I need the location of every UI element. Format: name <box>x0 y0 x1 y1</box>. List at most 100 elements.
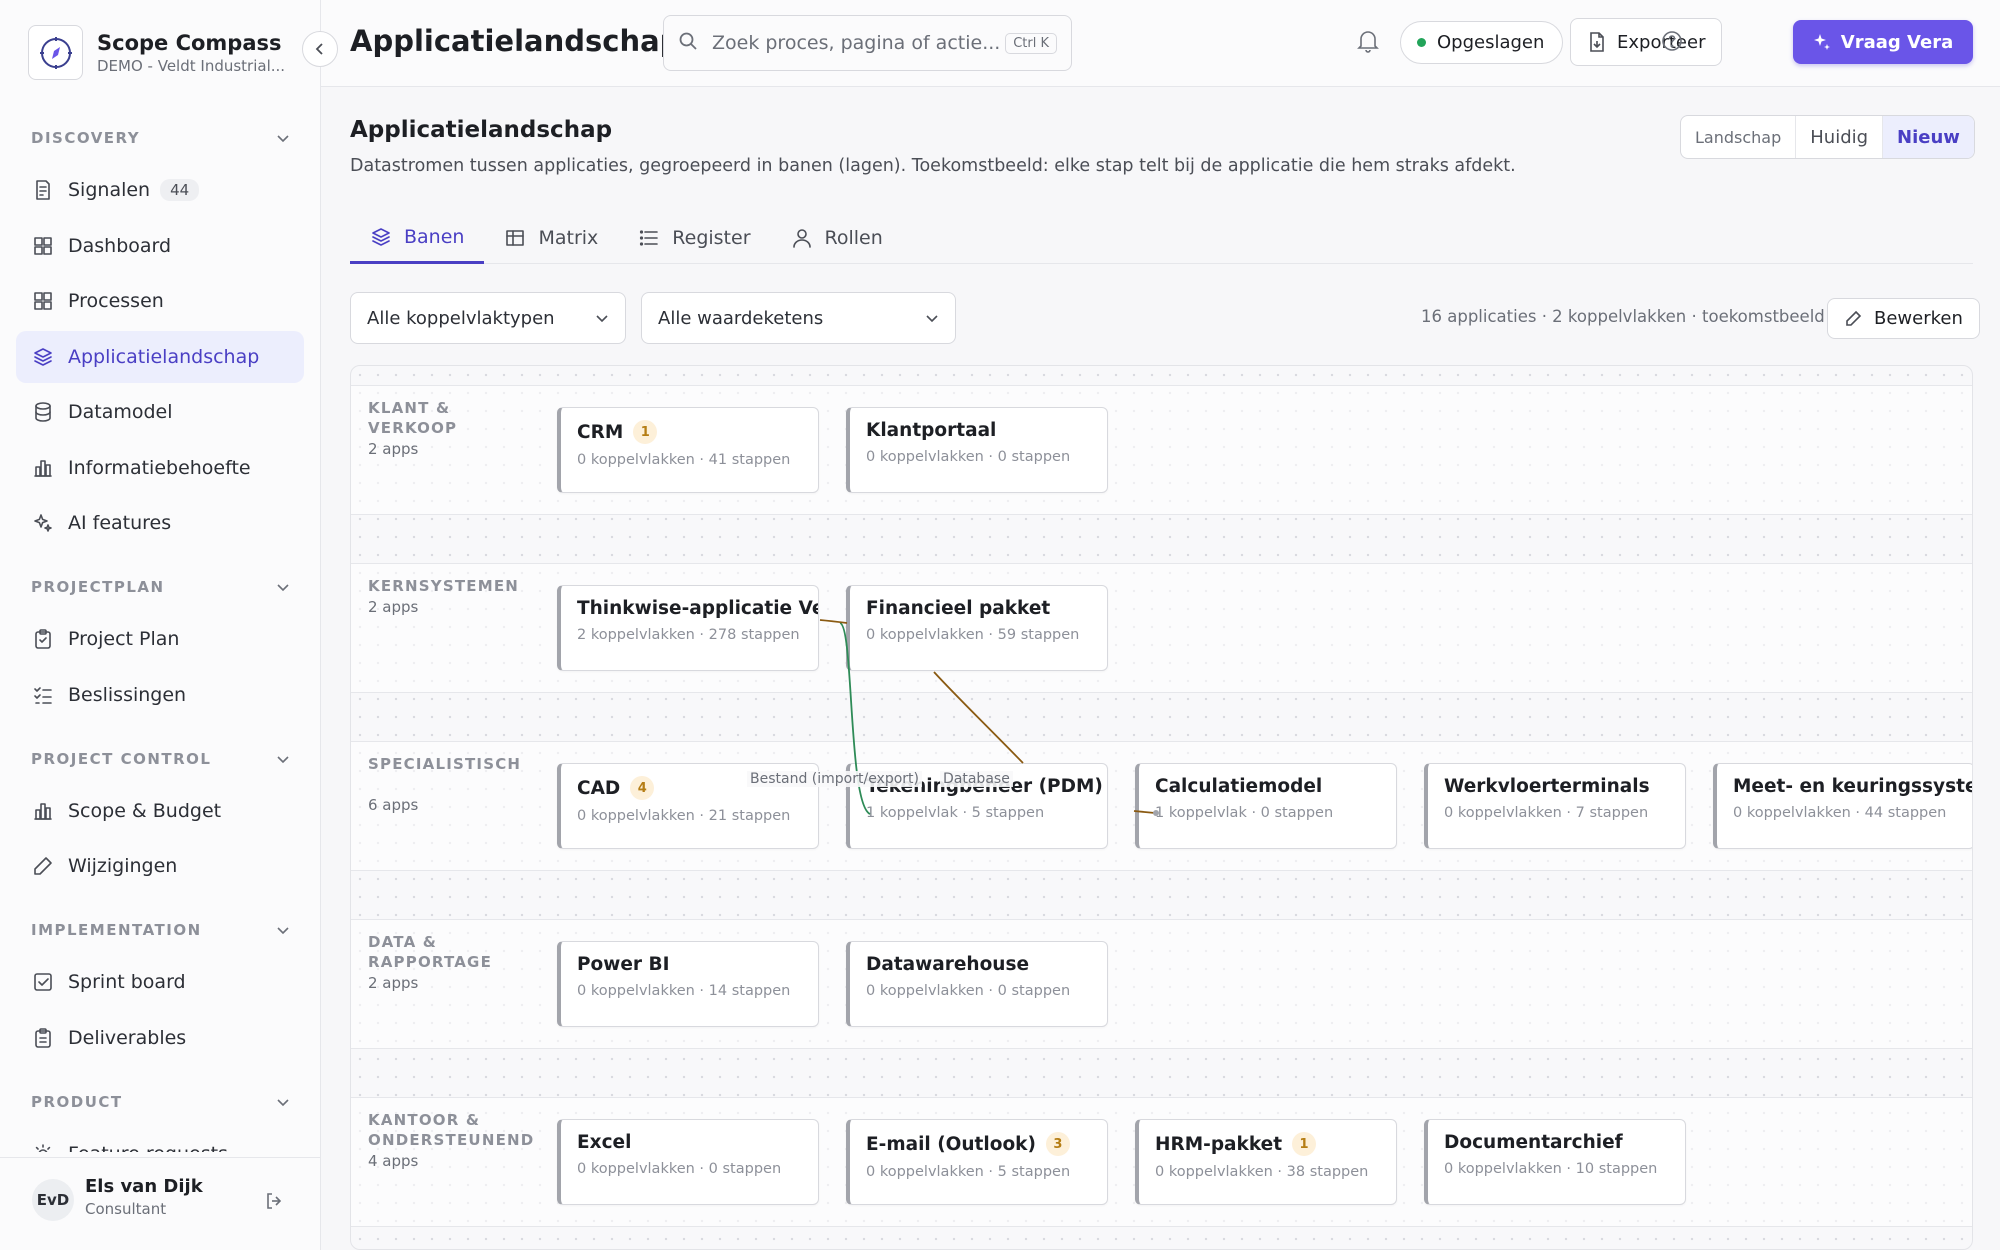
sidebar-item-datamodel[interactable]: Datamodel <box>16 386 304 438</box>
interface-link-calc <box>1133 810 1156 814</box>
chevron-down-icon <box>277 135 289 143</box>
sidebar-item-label: Sprint board <box>68 971 186 993</box>
nav-section-label: DISCOVERY <box>31 129 141 147</box>
tab-rollen[interactable]: Rollen <box>771 212 903 264</box>
swimlane-board: KLANT & VERKOOP 2 apps CRM 1 0 koppelvlakken… <box>350 365 1973 1250</box>
chevron-down-icon <box>277 755 289 763</box>
value-chain-select[interactable]: Alle waardeketens <box>641 292 956 344</box>
interface-links <box>819 619 1159 816</box>
signal-doc-icon <box>32 179 54 201</box>
nav-section-implementation[interactable]: IMPLEMENTATION <box>16 904 304 956</box>
page-header-title: Applicatielandschap <box>350 24 681 58</box>
pencil-icon <box>1846 310 1862 326</box>
bell-icon[interactable] <box>1357 29 1379 57</box>
sidebar-item-processen[interactable]: Processen <box>16 275 304 327</box>
pencil-icon <box>32 855 54 877</box>
sparkle-icon <box>1813 34 1830 50</box>
toggle-option-current[interactable]: Huidig <box>1796 116 1884 158</box>
bar-chart-icon <box>32 800 54 822</box>
database-icon <box>32 401 54 423</box>
tab-matrix[interactable]: Matrix <box>484 212 618 264</box>
dashboard-icon <box>32 235 54 257</box>
export-button[interactable]: Exporteer <box>1570 18 1723 66</box>
bulb-icon <box>32 1143 54 1152</box>
layers-icon <box>32 346 54 368</box>
nav-section-discovery[interactable]: DISCOVERY <box>16 112 304 164</box>
toggle-option-new[interactable]: Nieuw <box>1883 116 1974 158</box>
sparkle-icon <box>32 512 54 534</box>
sidebar-item-applicatielandschap[interactable]: Applicatielandschap <box>16 330 304 383</box>
sidebar-nav: DISCOVERY Signalen 44 Dashboard Processen App… <box>16 112 304 1152</box>
bar-chart-icon <box>32 457 54 479</box>
checklist-icon <box>32 684 54 706</box>
value-chain-value: Alle waardeketens <box>658 307 824 329</box>
sidebar-item-label: Feature requests <box>68 1143 228 1153</box>
page-title: Applicatielandschap <box>350 117 613 143</box>
chevron-down-icon <box>277 584 289 592</box>
nav-section-label: PRODUCT <box>31 1092 123 1111</box>
ask-vera-button[interactable]: Vraag Vera <box>1793 20 1973 64</box>
tab-label: Rollen <box>824 227 883 249</box>
sidebar-item-informatiebehoefte[interactable]: Informatiebehoefte <box>16 442 304 494</box>
sidebar-item-feature-requests[interactable]: Feature requests <box>16 1128 304 1153</box>
link-endpoint <box>1153 810 1159 816</box>
sidebar-item-wijzigingen[interactable]: Wijzigingen <box>16 840 304 892</box>
search-placeholder: Zoek proces, pagina of actie... <box>712 32 1001 54</box>
view-tabs: Banen Matrix Register Rollen <box>350 212 1973 264</box>
search-input[interactable]: Zoek proces, pagina of actie... Ctrl K <box>663 15 1072 71</box>
chevron-down-icon <box>926 315 938 323</box>
nav-section-label: IMPLEMENTATION <box>31 921 202 939</box>
interface-label-file[interactable]: Bestand (import/export) <box>747 771 923 787</box>
file-export-icon <box>1590 32 1604 52</box>
tab-label: Matrix <box>538 227 599 249</box>
tab-register[interactable]: Register <box>618 212 770 264</box>
tab-label: Banen <box>404 225 465 248</box>
checkbox-icon <box>32 971 54 993</box>
brand[interactable]: Scope Compass DEMO - Veldt Industrial... <box>28 25 285 80</box>
sidebar-item-label: Wijzigingen <box>68 855 178 877</box>
tab-banen[interactable]: Banen <box>350 212 485 264</box>
brand-name: Scope Compass <box>97 30 282 55</box>
sidebar-item-scope-budget[interactable]: Scope & Budget <box>16 785 304 837</box>
sidebar-item-dashboard[interactable]: Dashboard <box>16 220 304 272</box>
sidebar-item-sprint-board[interactable]: Sprint board <box>16 956 304 1008</box>
sidebar-item-ai-features[interactable]: AI features <box>16 497 304 549</box>
saved-status-badge: Opgeslagen <box>1400 21 1564 64</box>
count-badge: 44 <box>160 179 200 201</box>
sidebar-item-signalen[interactable]: Signalen 44 <box>16 164 304 216</box>
interface-label-database[interactable]: Database <box>940 771 1013 787</box>
interface-link-tail <box>819 619 848 624</box>
sidebar-item-label: Project Plan <box>68 628 180 650</box>
collapse-sidebar-button[interactable] <box>302 31 338 67</box>
avatar[interactable]: EvD <box>32 1179 74 1221</box>
interface-type-select[interactable]: Alle koppelvlaktypen <box>350 292 626 344</box>
sidebar-item-label: Informatiebehoefte <box>68 456 251 479</box>
logout-icon[interactable] <box>264 1191 284 1215</box>
sidebar-item-beslissingen[interactable]: Beslissingen <box>16 669 304 721</box>
sidebar-item-project-plan[interactable]: Project Plan <box>16 613 304 665</box>
compass-logo-icon <box>28 25 83 80</box>
sidebar-item-label: Deliverables <box>68 1026 187 1049</box>
nav-section-project-control[interactable]: PROJECT CONTROL <box>16 733 304 785</box>
clipboard-list-icon <box>32 1027 54 1049</box>
page-description: Datastromen tussen applicaties, gegroepe… <box>350 156 1516 176</box>
nav-section-label: PROJECT CONTROL <box>31 749 212 768</box>
table-icon <box>504 227 526 249</box>
sidebar-item-label: Dashboard <box>68 234 172 257</box>
chevron-down-icon <box>277 1098 289 1106</box>
user-role: Consultant <box>85 1200 167 1218</box>
user-icon <box>791 227 813 249</box>
nav-section-projectplan[interactable]: PROJECTPLAN <box>16 561 304 613</box>
interface-type-value: Alle koppelvlaktypen <box>367 307 555 329</box>
edit-button[interactable]: Bewerken <box>1827 298 1980 339</box>
list-icon <box>638 227 660 249</box>
search-icon <box>678 31 698 55</box>
nav-section-product[interactable]: PRODUCT <box>16 1076 304 1128</box>
user-name: Els van Dijk <box>85 1176 203 1197</box>
saved-label: Opgeslagen <box>1437 32 1545 53</box>
search-shortcut: Ctrl K <box>1005 32 1057 54</box>
help-icon[interactable] <box>1661 30 1683 56</box>
chevron-down-icon <box>596 315 608 323</box>
sidebar-item-deliverables[interactable]: Deliverables <box>16 1012 304 1064</box>
chevron-left-icon <box>315 43 323 55</box>
